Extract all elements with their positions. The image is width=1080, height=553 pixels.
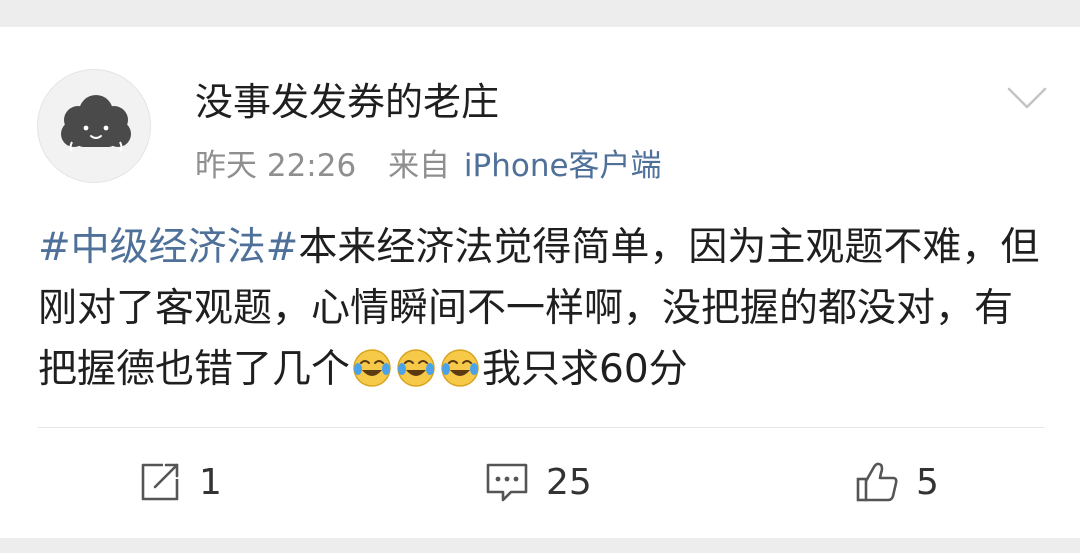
- thumbs-up-icon: [856, 462, 898, 502]
- comment-button[interactable]: 25: [484, 454, 592, 510]
- hashtag-link[interactable]: #中级经济法#: [38, 225, 298, 270]
- like-button[interactable]: 5: [854, 454, 939, 510]
- like-count: 5: [916, 461, 939, 503]
- post-timestamp: 昨天 22:26: [195, 148, 357, 184]
- repost-button[interactable]: 1: [137, 454, 222, 510]
- cloud-avatar-icon: [61, 95, 131, 152]
- cry-laughing-emoji-icon: [441, 349, 479, 387]
- repost-icon: [141, 463, 179, 501]
- action-bar: 1 25 5: [0, 454, 1080, 510]
- action-divider: [38, 427, 1044, 428]
- avatar[interactable]: [37, 69, 151, 183]
- cry-laughing-emoji-icon: [353, 349, 391, 387]
- post-menu-button[interactable]: [1003, 79, 1051, 115]
- chevron-down-icon: [1007, 87, 1047, 109]
- post-text-ending: 我只求60分: [482, 347, 688, 392]
- post-content: #中级经济法#本来经济法觉得简单，因为主观题不难，但刚对了客观题，心情瞬间不一样…: [38, 217, 1046, 400]
- comment-count: 25: [546, 461, 592, 503]
- repost-count: 1: [199, 461, 222, 503]
- cry-laughing-emoji-icon: [397, 349, 435, 387]
- post-meta: 昨天 22:26 来自 iPhone客户端: [195, 144, 662, 188]
- source-client-link[interactable]: iPhone客户端: [464, 148, 662, 184]
- username[interactable]: 没事发发券的老庄: [195, 76, 499, 128]
- weibo-post-card: 没事发发券的老庄 昨天 22:26 来自 iPhone客户端 #中级经济法#本来…: [0, 27, 1080, 538]
- source-label: 来自: [388, 148, 451, 184]
- comment-icon: [486, 463, 528, 502]
